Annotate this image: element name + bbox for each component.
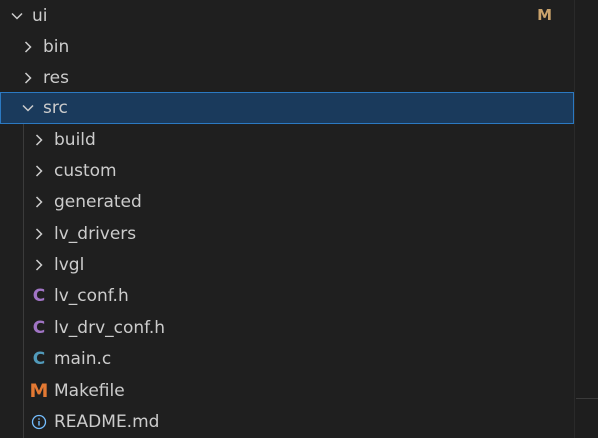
folder-row-build[interactable]: build (0, 124, 574, 155)
scrollbar-thumb-edge (576, 398, 598, 399)
chevron-down-icon (20, 100, 36, 116)
folder-label: lvgl (54, 254, 85, 275)
file-row-makefile[interactable]: M Makefile (0, 375, 574, 406)
folder-label: ui (32, 5, 48, 26)
file-row-readme-md[interactable]: README.md (0, 406, 574, 437)
file-label: lv_drv_conf.h (54, 317, 166, 338)
makefile-icon: M (29, 379, 49, 402)
folder-label: src (43, 98, 68, 118)
chevron-right-icon (31, 257, 47, 273)
info-icon (31, 412, 47, 432)
file-row-lv-conf-h[interactable]: C lv_conf.h (0, 280, 574, 311)
folder-row-lv-drivers[interactable]: lv_drivers (0, 218, 574, 249)
folder-row-bin[interactable]: bin (0, 31, 574, 62)
chevron-right-icon (31, 132, 47, 148)
file-row-lv-drv-conf-h[interactable]: C lv_drv_conf.h (0, 312, 574, 343)
vertical-scrollbar[interactable] (575, 0, 598, 438)
chevron-right-icon (31, 226, 47, 242)
folder-label: bin (43, 36, 70, 57)
file-row-main-c[interactable]: C main.c (0, 343, 574, 374)
folder-row-custom[interactable]: custom (0, 155, 574, 186)
chevron-down-icon (9, 8, 25, 24)
c-header-file-icon: C (32, 317, 46, 338)
chevron-right-icon (20, 70, 36, 86)
chevron-right-icon (31, 194, 47, 210)
folder-label: build (54, 129, 96, 150)
folder-row-generated[interactable]: generated (0, 186, 574, 217)
folder-row-res[interactable]: res (0, 62, 574, 93)
file-label: Makefile (54, 380, 125, 401)
git-modified-badge: M (537, 6, 552, 24)
c-source-file-icon: C (32, 348, 46, 369)
chevron-right-icon (31, 163, 47, 179)
folder-label: lv_drivers (54, 223, 137, 244)
file-label: lv_conf.h (54, 285, 129, 306)
folder-label: res (43, 67, 69, 88)
file-explorer-tree: ui M bin res src build custom generated … (0, 0, 574, 438)
chevron-right-icon (20, 39, 36, 55)
c-header-file-icon: C (32, 285, 46, 306)
folder-label: custom (54, 160, 117, 181)
folder-row-src[interactable]: src (0, 92, 574, 124)
file-label: README.md (54, 411, 160, 432)
folder-label: generated (54, 191, 142, 212)
file-label: main.c (54, 348, 112, 369)
folder-row-lvgl[interactable]: lvgl (0, 249, 574, 280)
folder-row-ui[interactable]: ui M (0, 0, 574, 31)
